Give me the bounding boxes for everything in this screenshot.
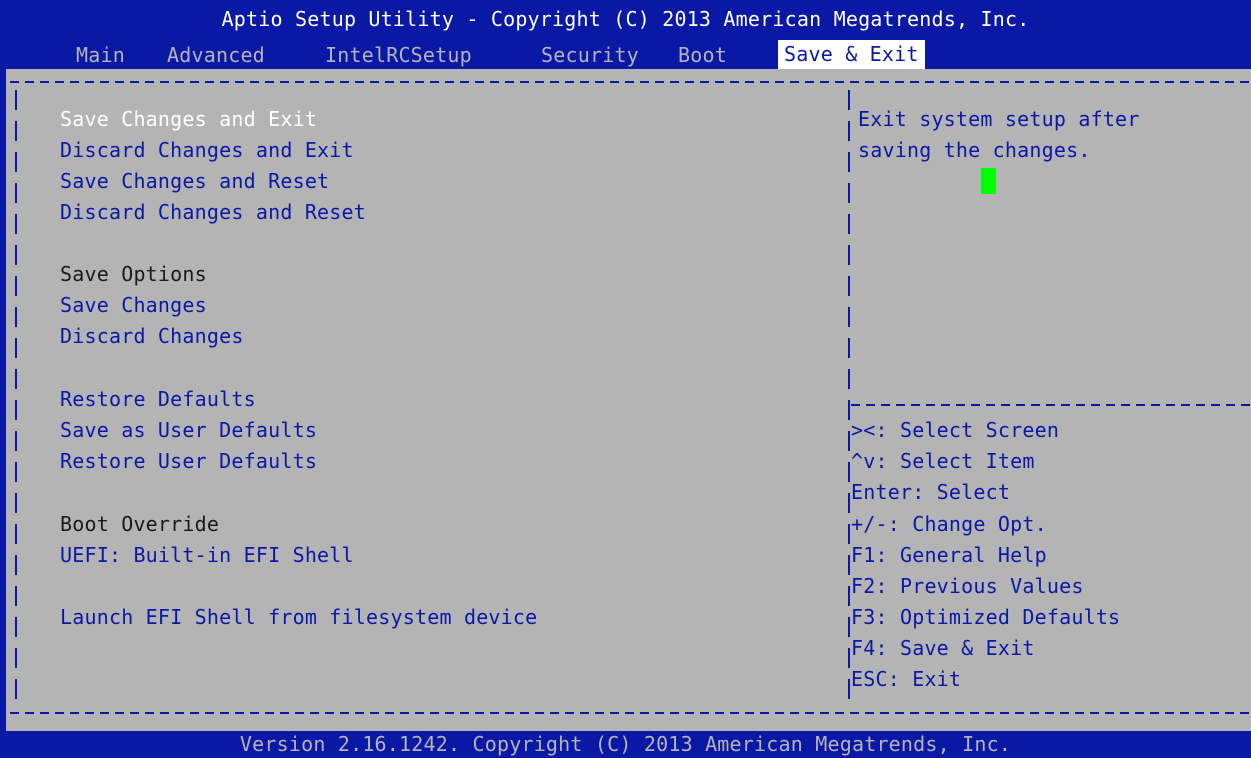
menu-item-discard-changes-and-exit[interactable]: Discard Changes and Exit <box>60 137 354 163</box>
menu-item-uefi-builtin-efi-shell[interactable]: UEFI: Built-in EFI Shell <box>60 542 354 568</box>
menu-item-save-as-user-defaults[interactable]: Save as User Defaults <box>60 417 317 443</box>
text-cursor-block <box>981 168 996 194</box>
tab-advanced[interactable]: Advanced <box>161 42 271 68</box>
menu-item-discard-changes[interactable]: Discard Changes <box>60 323 244 349</box>
key-hint-save-exit: F4: Save & Exit <box>851 636 1035 660</box>
help-text-line-2: saving the changes. <box>858 138 1091 162</box>
key-hint-change-opt: +/-: Change Opt. <box>851 512 1047 536</box>
section-header-boot-override: Boot Override <box>60 512 220 536</box>
tab-main[interactable]: Main <box>70 42 131 68</box>
tab-security[interactable]: Security <box>535 42 645 68</box>
menu-bar: Main Advanced IntelRCSetup Security Boot… <box>0 38 1251 69</box>
help-separator-line <box>851 404 1250 406</box>
key-hint-general-help: F1: General Help <box>851 543 1047 567</box>
frame-left-line <box>15 90 17 708</box>
left-border-strip <box>0 69 6 731</box>
bios-screen: Aptio Setup Utility - Copyright (C) 2013… <box>0 0 1251 758</box>
menu-item-save-changes-and-reset[interactable]: Save Changes and Reset <box>60 168 329 194</box>
tab-save-exit[interactable]: Save & Exit <box>778 40 925 69</box>
help-text-line-1: Exit system setup after <box>858 107 1140 131</box>
menu-item-discard-changes-and-reset[interactable]: Discard Changes and Reset <box>60 199 366 225</box>
key-hint-esc-exit: ESC: Exit <box>851 667 962 691</box>
key-hint-select-screen: ><: Select Screen <box>851 418 1060 442</box>
footer-bar: Version 2.16.1242. Copyright (C) 2013 Am… <box>0 731 1251 758</box>
tab-intelrcsetup[interactable]: IntelRCSetup <box>319 42 478 68</box>
menu-item-save-changes-and-exit[interactable]: Save Changes and Exit <box>60 106 317 132</box>
menu-item-save-changes[interactable]: Save Changes <box>60 292 207 318</box>
menu-item-restore-defaults[interactable]: Restore Defaults <box>60 386 256 412</box>
title-bar: Aptio Setup Utility - Copyright (C) 2013… <box>0 0 1251 38</box>
frame-top-line <box>10 81 1250 83</box>
menu-item-launch-efi-shell[interactable]: Launch EFI Shell from filesystem device <box>60 604 537 630</box>
version-text: Version 2.16.1242. Copyright (C) 2013 Am… <box>239 732 1012 756</box>
key-hint-select-item: ^v: Select Item <box>851 449 1035 473</box>
frame-bottom-line <box>10 712 1250 714</box>
tab-boot[interactable]: Boot <box>672 42 733 68</box>
key-hint-enter-select: Enter: Select <box>851 480 1011 504</box>
key-hint-previous-values: F2: Previous Values <box>851 574 1084 598</box>
section-header-save-options: Save Options <box>60 262 207 286</box>
frame-divider-line <box>848 90 850 708</box>
key-hint-optimized-defaults: F3: Optimized Defaults <box>851 605 1121 629</box>
title-text: Aptio Setup Utility - Copyright (C) 2013… <box>221 7 1030 31</box>
menu-item-restore-user-defaults[interactable]: Restore User Defaults <box>60 448 317 474</box>
